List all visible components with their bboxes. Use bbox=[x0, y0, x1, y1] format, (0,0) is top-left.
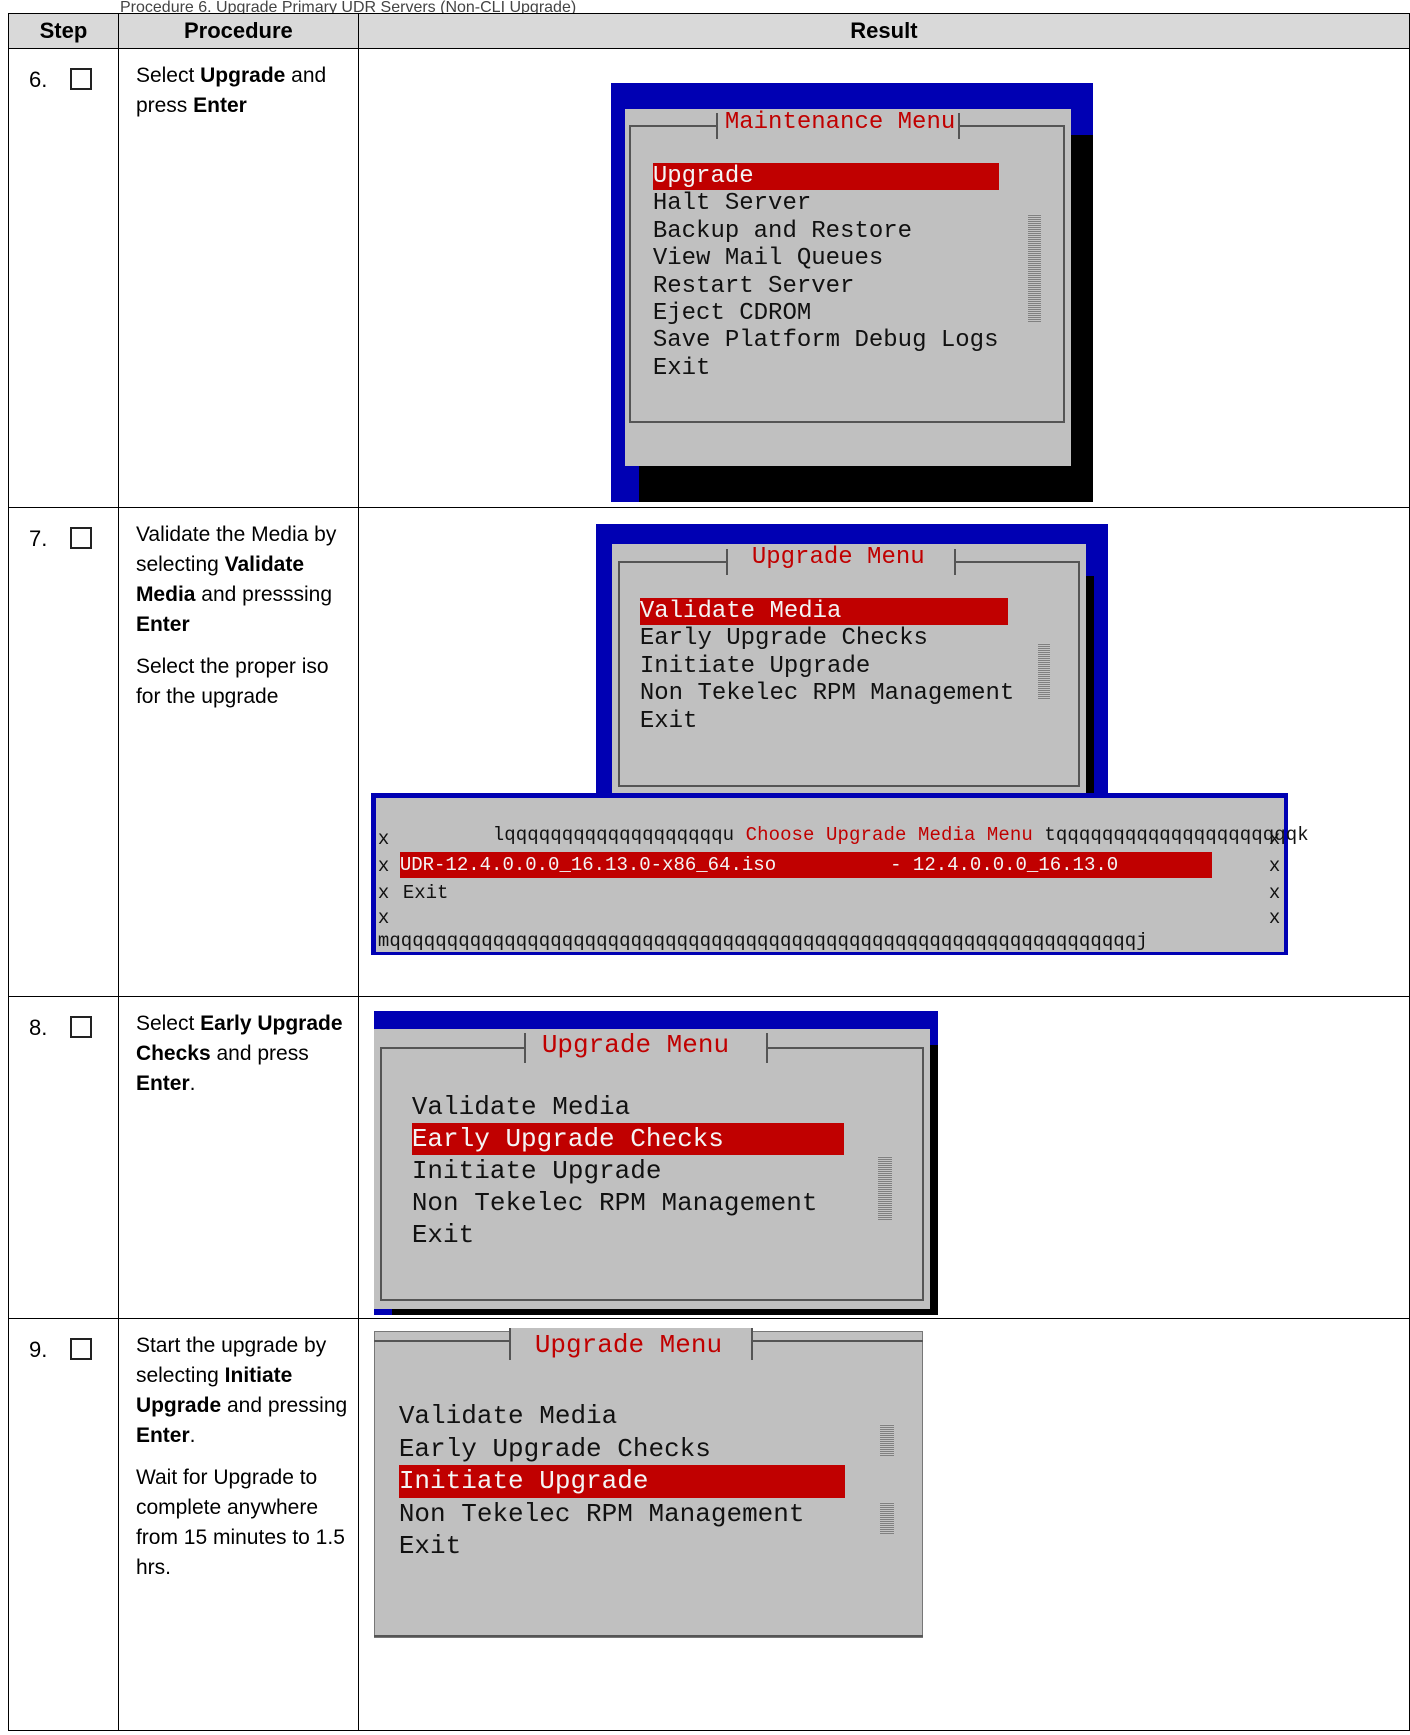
procedure-text: Start the upgrade by selecting Initiate … bbox=[135, 1334, 348, 1447]
procedure-cell: Select Upgrade and press Enter bbox=[117, 48, 359, 508]
menu-item-selected[interactable]: Upgrade bbox=[652, 163, 999, 191]
menu-item[interactable]: Save Platform Debug Logs bbox=[653, 327, 999, 354]
upgrade-menu-screenshot: Upgrade Menu Validate Media Early Upgrade… bbox=[373, 1328, 923, 1638]
step-cell: 9. bbox=[8, 1318, 119, 1731]
step-checkbox[interactable] bbox=[70, 68, 92, 90]
header-result: Result bbox=[357, 13, 1410, 49]
menu-item[interactable]: Exit bbox=[399, 1530, 845, 1563]
menu-title: Maintenance Menu bbox=[724, 109, 956, 136]
choose-media-screenshot: lqqqqqqqqqqqqqqqqqqqu Choose Upgrade Med… bbox=[370, 793, 1309, 955]
menu-item[interactable]: Early Upgrade Checks bbox=[399, 1433, 845, 1466]
step-number: 8. bbox=[29, 1015, 48, 1040]
menu-title: Upgrade Menu bbox=[751, 544, 925, 571]
result-cell: Upgrade Menu Validate Media Early Upgrade… bbox=[357, 507, 1410, 997]
menu-item[interactable]: Restart Server bbox=[653, 273, 999, 300]
media-menu-side: x bbox=[1268, 855, 1281, 877]
upgrade-menu-screenshot: Upgrade Menu Validate Media Early Upgrade… bbox=[373, 1011, 938, 1315]
menu-scrollbar bbox=[1027, 214, 1041, 322]
menu-item[interactable]: Initiate Upgrade bbox=[640, 653, 1008, 680]
menu-items: Validate Media Early Upgrade Checks Initia… bbox=[398, 1400, 845, 1563]
menu-item-selected[interactable]: Initiate Upgrade bbox=[398, 1465, 845, 1498]
procedure-table: Step Procedure Result 6. Select Upgrade … bbox=[8, 13, 1410, 1731]
step-checkbox[interactable] bbox=[70, 527, 92, 549]
procedure-text: Select Upgrade and press Enter bbox=[135, 64, 327, 117]
procedure-cell: Select Early Upgrade Checks and press En… bbox=[117, 996, 359, 1319]
table-row: 6. Select Upgrade and press Enter Mainte… bbox=[8, 48, 1410, 508]
menu-item[interactable]: Non Tekelec RPM Management bbox=[640, 680, 1014, 707]
media-menu-bottom-border: mqqqqqqqqqqqqqqqqqqqqqqqqqqqqqqqqqqqqqqq… bbox=[377, 930, 1148, 952]
menu-title: Upgrade Menu bbox=[541, 1030, 730, 1060]
table-row: 8. Select Early Upgrade Checks and press… bbox=[8, 996, 1410, 1319]
menu-scrollbar bbox=[1037, 643, 1050, 700]
procedure-text: Select the proper iso for the upgrade bbox=[135, 655, 329, 708]
menu-scrollbar bbox=[879, 1424, 894, 1456]
menu-items: Validate Media Early Upgrade Checks Initia… bbox=[639, 598, 1014, 735]
procedure-text: Select Early Upgrade Checks and press En… bbox=[135, 1012, 343, 1095]
menu-item[interactable]: Halt Server bbox=[653, 190, 999, 217]
step-checkbox[interactable] bbox=[70, 1016, 92, 1038]
menu-items: Validate Media Early Upgrade Checks Initia… bbox=[411, 1091, 844, 1251]
menu-item[interactable]: Non Tekelec RPM Management bbox=[399, 1498, 845, 1531]
menu-item-selected[interactable]: Early Upgrade Checks bbox=[411, 1123, 844, 1155]
procedure-text: Validate the Media by selecting Validate… bbox=[135, 523, 337, 636]
menu-item[interactable]: View Mail Queues bbox=[653, 245, 999, 272]
menu-item[interactable]: Validate Media bbox=[412, 1091, 844, 1123]
header-procedure: Procedure bbox=[117, 13, 359, 49]
table-row: 9. Start the upgrade by selecting Initia… bbox=[8, 1318, 1410, 1731]
upgrade-menu-screenshot: Upgrade Menu Validate Media Early Upgrade… bbox=[595, 524, 1108, 807]
step-number: 9. bbox=[29, 1337, 48, 1362]
menu-item[interactable]: Non Tekelec RPM Management bbox=[412, 1187, 844, 1219]
step-number: 6. bbox=[29, 67, 48, 92]
procedure-cell: Start the upgrade by selecting Initiate … bbox=[117, 1318, 359, 1731]
media-menu-side: x bbox=[377, 907, 390, 929]
step-number: 7. bbox=[29, 526, 48, 551]
menu-title: Upgrade Menu bbox=[534, 1330, 723, 1360]
media-menu-side: x bbox=[1268, 882, 1281, 904]
maintenance-menu-screenshot: Maintenance Menu Upgrade Halt Server Backu… bbox=[610, 83, 1093, 502]
step-cell: 8. bbox=[8, 996, 119, 1319]
table-header-row: Step Procedure Result bbox=[8, 13, 1410, 49]
media-menu-side: x bbox=[377, 828, 390, 850]
result-cell: Upgrade Menu Validate Media Early Upgrade… bbox=[357, 1318, 1410, 1731]
step-cell: 7. bbox=[8, 507, 119, 997]
step-cell: 6. bbox=[8, 48, 119, 508]
menu-item[interactable]: Exit bbox=[412, 1219, 844, 1251]
menu-item[interactable]: Backup and Restore bbox=[653, 218, 999, 245]
media-menu-side: x bbox=[377, 882, 390, 904]
step-checkbox[interactable] bbox=[70, 1338, 92, 1360]
menu-item[interactable]: Exit bbox=[653, 355, 999, 382]
menu-item[interactable]: Eject CDROM bbox=[653, 300, 999, 327]
menu-scrollbar bbox=[879, 1502, 894, 1534]
menu-items: Upgrade Halt Server Backup and Restore View… bbox=[652, 163, 999, 382]
table-row: 7. Validate the Media by selecting Valid… bbox=[8, 507, 1410, 997]
menu-item[interactable]: Validate Media bbox=[399, 1400, 845, 1433]
menu-item[interactable]: Early Upgrade Checks bbox=[640, 625, 1008, 652]
result-cell: Upgrade Menu Validate Media Early Upgrade… bbox=[357, 996, 1410, 1319]
media-option-exit[interactable]: Exit bbox=[403, 882, 449, 904]
menu-scrollbar bbox=[877, 1156, 892, 1220]
menu-item[interactable]: Exit bbox=[640, 708, 1008, 735]
media-menu-side: x bbox=[1268, 907, 1281, 929]
media-menu-title: Choose Upgrade Media Menu bbox=[745, 824, 1033, 846]
menu-item-selected[interactable]: Validate Media bbox=[639, 598, 1008, 626]
media-menu-side: x bbox=[1268, 828, 1281, 850]
procedure-cell: Validate the Media by selecting Validate… bbox=[117, 507, 359, 997]
header-step: Step bbox=[8, 13, 119, 49]
result-cell: Maintenance Menu Upgrade Halt Server Backu… bbox=[357, 48, 1410, 508]
media-option-iso[interactable]: UDR-12.4.0.0.0_16.13.0-x86_64.iso - 12.4… bbox=[399, 852, 1212, 878]
menu-item[interactable]: Initiate Upgrade bbox=[412, 1155, 844, 1187]
media-menu-side: x bbox=[377, 855, 390, 877]
procedure-text: Wait for Upgrade to complete anywhere fr… bbox=[135, 1466, 345, 1579]
